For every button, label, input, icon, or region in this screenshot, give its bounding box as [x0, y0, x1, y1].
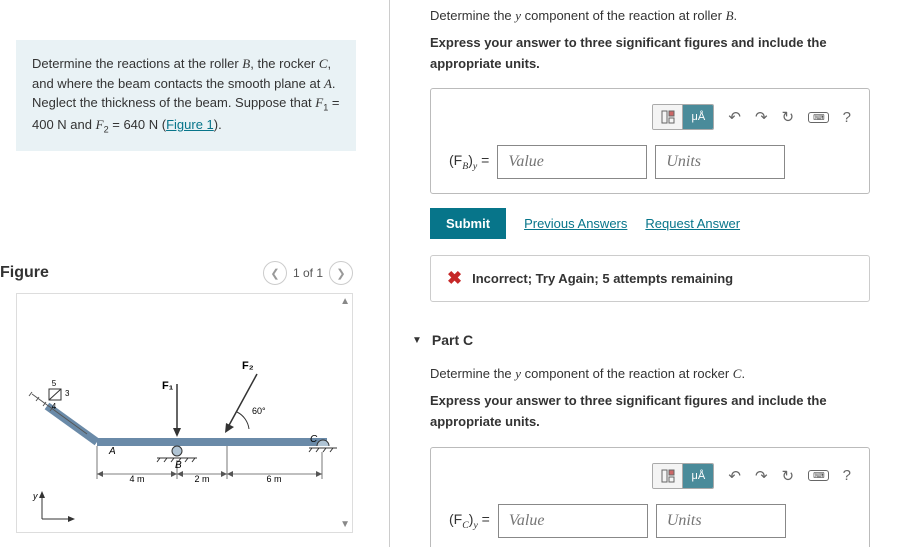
template-button[interactable]	[653, 105, 683, 129]
svg-text:B: B	[175, 460, 182, 471]
reset-icon[interactable]: ↻	[782, 467, 795, 485]
text: Determine the reactions at the roller	[32, 56, 242, 71]
template-button[interactable]	[653, 464, 683, 488]
pager-next-button[interactable]: ❯	[329, 261, 353, 285]
partb-units-input[interactable]	[655, 145, 785, 179]
partc-units-input[interactable]	[656, 504, 786, 538]
svg-text:F₁: F₁	[162, 380, 174, 392]
svg-text:5: 5	[52, 379, 57, 388]
incorrect-icon: ✖	[447, 268, 462, 289]
svg-text:3: 3	[65, 389, 70, 398]
partc-instruction: Express your answer to three significant…	[430, 391, 888, 433]
svg-text:A: A	[108, 446, 116, 457]
caret-down-icon: ▼	[412, 335, 422, 346]
partb-answer-box: μÅ ↶ ↷ ↻ ⌨ ? (FB)y =	[430, 88, 870, 194]
partc-value-input[interactable]	[498, 504, 648, 538]
var-f2: F	[96, 117, 104, 132]
svg-text:y: y	[32, 491, 38, 501]
partc-answer-box: μÅ ↶ ↷ ↻ ⌨ ? (FC)y =	[430, 447, 870, 547]
undo-icon[interactable]: ↶	[728, 108, 741, 126]
partb-previous-answers-link[interactable]: Previous Answers	[524, 216, 627, 231]
text: = 640 N (	[109, 117, 166, 132]
problem-statement: Determine the reactions at the roller B,…	[16, 40, 356, 151]
svg-text:6 m: 6 m	[266, 474, 281, 484]
pager-text: 1 of 1	[293, 266, 323, 280]
help-icon[interactable]: ?	[843, 109, 851, 126]
keyboard-icon[interactable]: ⌨	[808, 470, 829, 481]
symbol-button[interactable]: μÅ	[683, 464, 713, 488]
partc-header[interactable]: ▼ Part C	[412, 332, 888, 348]
reset-icon[interactable]: ↻	[782, 108, 795, 126]
figure-title: Figure	[0, 264, 49, 282]
partc-variable: (FC)y =	[449, 511, 490, 531]
partb-prompt: Determine the y component of the reactio…	[430, 6, 888, 27]
pager-prev-button[interactable]: ❮	[263, 261, 287, 285]
figure-frame: ▲ ▼ 5 3 4 F₁	[16, 293, 353, 533]
redo-icon[interactable]: ↷	[755, 467, 768, 485]
partb-variable: (FB)y =	[449, 152, 489, 172]
scroll-up-icon[interactable]: ▲	[340, 296, 350, 307]
undo-icon[interactable]: ↶	[728, 467, 741, 485]
figure-pager: ❮ 1 of 1 ❯	[263, 261, 353, 285]
text: , the rocker	[250, 56, 319, 71]
var-a: A	[324, 76, 332, 91]
svg-text:4 m: 4 m	[129, 474, 144, 484]
format-group: μÅ	[652, 104, 714, 130]
keyboard-icon[interactable]: ⌨	[808, 112, 829, 123]
partb-submit-button[interactable]: Submit	[430, 208, 506, 239]
partb-instruction: Express your answer to three significant…	[430, 33, 888, 75]
symbol-button[interactable]: μÅ	[683, 105, 713, 129]
partb-feedback: ✖ Incorrect; Try Again; 5 attempts remai…	[430, 255, 870, 302]
svg-text:F₂: F₂	[242, 360, 254, 372]
partc-prompt: Determine the y component of the reactio…	[430, 364, 888, 385]
svg-text:C: C	[310, 434, 318, 445]
figure-link[interactable]: Figure 1	[166, 117, 214, 132]
partb-request-answer-link[interactable]: Request Answer	[645, 216, 740, 231]
partb-value-input[interactable]	[497, 145, 647, 179]
var-c: C	[319, 56, 328, 71]
svg-text:4: 4	[52, 402, 57, 411]
format-group: μÅ	[652, 463, 714, 489]
svg-text:2 m: 2 m	[194, 474, 209, 484]
svg-text:x: x	[68, 521, 74, 524]
text: ).	[214, 117, 222, 132]
figure-diagram: 5 3 4 F₁ F₂ 60°	[27, 334, 347, 524]
redo-icon[interactable]: ↷	[755, 108, 768, 126]
feedback-text: Incorrect; Try Again; 5 attempts remaini…	[472, 271, 733, 286]
svg-text:60°: 60°	[252, 406, 266, 416]
help-icon[interactable]: ?	[843, 467, 851, 484]
